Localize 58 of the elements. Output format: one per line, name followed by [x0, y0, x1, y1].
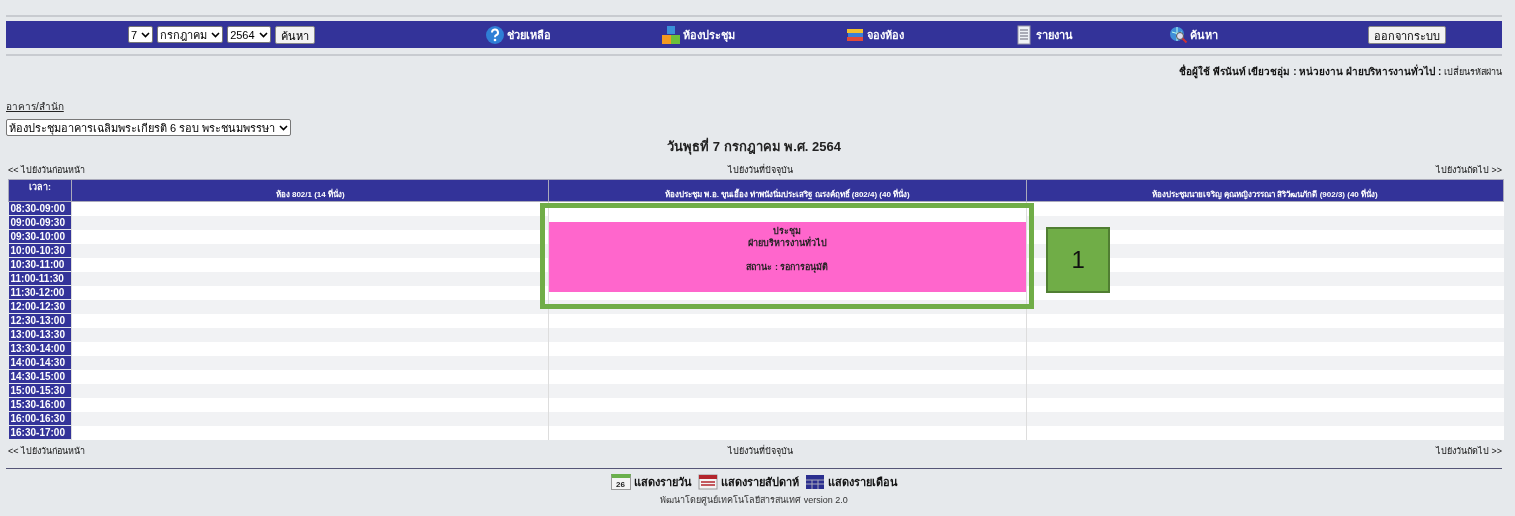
building-select[interactable]: ห้องประชุมอาคารเฉลิมพระเกียรติ 6 รอบ พระชนมพรรษา	[6, 119, 292, 136]
column-header: ห้อง 802/1 (14 ที่นั่ง)	[71, 179, 549, 202]
blocks-icon	[660, 24, 681, 45]
time-slot: 16:00-16:30	[8, 412, 71, 425]
caret-icon	[141, 31, 151, 38]
time-slot: 14:30-15:00	[8, 370, 71, 383]
search-button[interactable]: ค้นหา	[274, 25, 315, 44]
user-info: ชื่อผู้ใช้ พีรนันท์ เขียวชอุ่ม : หน่วยงาน ฝ่ายบริหารงานทั่วไป :	[1178, 66, 1443, 77]
time-slot: 13:30-14:00	[8, 342, 71, 355]
logout-button[interactable]: ออกจากระบบ	[1368, 25, 1446, 44]
time-slot: 13:00-13:30	[8, 328, 71, 341]
caret-icon	[279, 124, 289, 131]
credit-text: พัฒนาโดยศูนย์เทคโนโลยีสารสนเทศ version 2.0	[659, 494, 849, 507]
time-slot: 15:00-15:30	[8, 384, 71, 397]
view-link[interactable]: 26 แสดงรายวัน	[610, 473, 692, 491]
time-slot: 08:30-09:00	[8, 202, 71, 215]
time-slot: 14:00-14:30	[8, 356, 71, 369]
globe-search-icon	[1167, 24, 1188, 45]
today-link[interactable]: ไปยังวันที่ปัจจุบัน	[728, 163, 793, 177]
time-slot: 12:30-13:00	[8, 314, 71, 327]
calendar-icon: 26	[610, 474, 631, 490]
calendar-month-icon	[804, 474, 825, 490]
previous-day-link[interactable]: << ไปยังวันก่อนหน้า	[8, 444, 85, 458]
time-slot: 12:00-12:30	[8, 300, 71, 313]
question-icon	[484, 24, 505, 45]
calendar-week-icon	[697, 474, 718, 490]
view-link[interactable]: แสดงรายเดือน	[804, 473, 898, 491]
nav-link[interactable]: จองห้อง	[844, 24, 904, 45]
view-link[interactable]: แสดงรายสัปดาห์	[697, 473, 799, 491]
time-slot: 09:30-10:00	[8, 230, 71, 243]
nav-link[interactable]: ค้นหา	[1167, 24, 1218, 45]
nav-link[interactable]: รายงาน	[1013, 24, 1073, 45]
previous-day-link[interactable]: << ไปยังวันก่อนหน้า	[8, 163, 85, 177]
month-select[interactable]: กรกฎาคม	[157, 26, 224, 43]
time-slot: 16:30-17:00	[8, 426, 71, 439]
next-day-link[interactable]: ไปยังวันถัดไป >>	[1436, 444, 1502, 458]
time-slot: 10:00-10:30	[8, 244, 71, 257]
booking-block[interactable]: ประชุม ฝ่ายบริหารงานทั่วไป สถานะ : รอการอนุมัติ	[549, 222, 1026, 292]
callout-number: 1	[1046, 227, 1111, 293]
today-link[interactable]: ไปยังวันที่ปัจจุบัน	[728, 444, 793, 458]
caret-icon	[211, 31, 221, 38]
date-title: วันพุธที่ 7 กรกฎาคม พ.ศ. 2564	[666, 136, 842, 157]
column-header: ห้องประชุม พ.อ. ขุนเอื้อง ท่าพนังนิ่มประเสริฐ ณรงค์ฤทธิ์ (802/4) (40 ที่นั่ง)	[548, 179, 1027, 202]
next-day-link[interactable]: ไปยังวันถัดไป >>	[1436, 163, 1502, 177]
nav-link[interactable]: ช่วยเหลือ	[484, 24, 551, 45]
time-slot: 11:00-11:30	[8, 272, 71, 285]
time-slot: 09:00-09:30	[8, 216, 71, 229]
column-header: ห้องประชุมนายเจริญ คุณหญิงวรรณา สิริวัฒนภักดี (902/3) (40 ที่นั่ง)	[1026, 179, 1504, 202]
year-select[interactable]: 2564	[227, 26, 271, 43]
caret-icon	[258, 31, 268, 38]
time-slot: 15:30-16:00	[8, 398, 71, 411]
building-link[interactable]: อาคาร/สำนัก	[6, 99, 64, 114]
nav-link[interactable]: ห้องประชุม	[660, 24, 735, 45]
time-slot: 11:30-12:00	[8, 286, 71, 299]
change-password-link[interactable]: เปลี่ยนรหัสผ่าน	[1444, 67, 1502, 77]
day-select[interactable]: 7	[128, 26, 154, 43]
column-header: เวลา:	[8, 179, 72, 202]
time-slot: 10:30-11:00	[8, 258, 71, 271]
